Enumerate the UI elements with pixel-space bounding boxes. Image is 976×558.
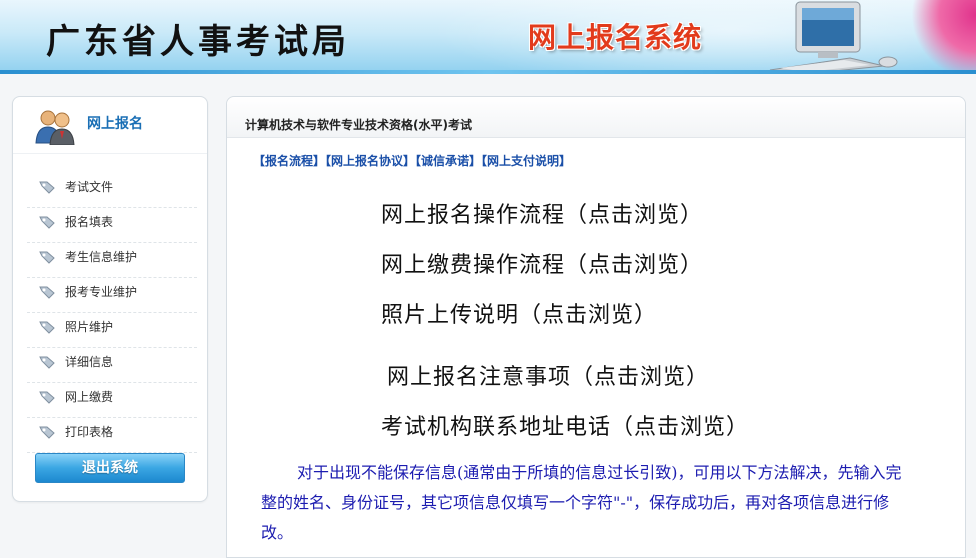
- header-stripe: [0, 70, 976, 74]
- sidebar-item-label: 网上缴费: [65, 390, 114, 404]
- sidebar-item-specialty[interactable]: 报考专业维护: [27, 278, 197, 313]
- main-panel: 计算机技术与软件专业技术资格(水平)考试 【报名流程】【网上报名协议】【诚信承诺…: [226, 96, 966, 558]
- sidebar-item-label: 考试文件: [65, 180, 114, 194]
- link-registration-guide[interactable]: 网上报名操作流程（点击浏览）: [381, 197, 703, 229]
- tag-icon: [39, 356, 55, 369]
- site-title: 广东省人事考试局: [46, 22, 350, 62]
- users-icon: [35, 110, 75, 145]
- header-corner-decoration: [906, 0, 976, 74]
- sidebar-item-details[interactable]: 详细信息: [27, 348, 197, 383]
- sidebar-header: 网上报名: [13, 97, 207, 154]
- sidebar-item-registration-form[interactable]: 报名填表: [27, 208, 197, 243]
- link-photo-upload-guide[interactable]: 照片上传说明（点击浏览）: [381, 297, 657, 329]
- tag-icon: [39, 286, 55, 299]
- page-title: 计算机技术与软件专业技术资格(水平)考试: [245, 118, 472, 132]
- link-payment-instructions[interactable]: 【网上支付说明】: [481, 154, 571, 168]
- sidebar-item-label: 照片维护: [65, 320, 114, 334]
- link-exam-contact[interactable]: 考试机构联系地址电话（点击浏览）: [381, 409, 749, 441]
- sidebar-item-payment[interactable]: 网上缴费: [27, 383, 197, 418]
- tag-icon: [39, 321, 55, 334]
- sidebar-item-photo[interactable]: 照片维护: [27, 313, 197, 348]
- sidebar-title: 网上报名: [87, 116, 143, 132]
- tag-icon: [39, 216, 55, 229]
- link-registration-process[interactable]: 【报名流程】: [253, 154, 325, 168]
- sidebar-item-candidate-info[interactable]: 考生信息维护: [27, 243, 197, 278]
- tag-icon: [39, 181, 55, 194]
- tag-icon: [39, 391, 55, 404]
- sidebar-item-print[interactable]: 打印表格: [27, 418, 197, 453]
- sidebar-item-label: 报考专业维护: [65, 285, 138, 299]
- sidebar-item-label: 报名填表: [65, 215, 114, 229]
- main-header: 计算机技术与软件专业技术资格(水平)考试: [227, 97, 965, 138]
- link-payment-guide[interactable]: 网上缴费操作流程（点击浏览）: [381, 247, 703, 279]
- link-registration-agreement[interactable]: 【网上报名协议】: [325, 154, 415, 168]
- save-issue-notice: 对于出现不能保存信息(通常由于所填的信息过长引致)，可用以下方法解决，先输入完整…: [261, 463, 902, 542]
- sidebar-item-label: 考生信息维护: [65, 250, 138, 264]
- quick-links: 【报名流程】【网上报名协议】【诚信承诺】【网上支付说明】: [253, 152, 571, 169]
- sidebar: 网上报名 考试文件 报名填表 考生信息维护 报考专业维护 照片维护 详细信息 网…: [12, 96, 208, 502]
- link-registration-notes[interactable]: 网上报名注意事项（点击浏览）: [387, 359, 709, 391]
- tag-icon: [39, 251, 55, 264]
- sidebar-menu: 考试文件 报名填表 考生信息维护 报考专业维护 照片维护 详细信息 网上缴费 打…: [27, 173, 197, 453]
- sidebar-item-label: 详细信息: [65, 355, 114, 369]
- page-header: 广东省人事考试局 网上报名系统: [0, 0, 976, 74]
- sidebar-item-label: 打印表格: [65, 425, 114, 439]
- sidebar-item-exam-files[interactable]: 考试文件: [27, 173, 197, 208]
- link-integrity-pledge[interactable]: 【诚信承诺】: [415, 154, 481, 168]
- logout-button[interactable]: 退出系统: [35, 453, 185, 483]
- tag-icon: [39, 426, 55, 439]
- system-title: 网上报名系统: [528, 21, 703, 54]
- computer-icon: [769, 1, 898, 74]
